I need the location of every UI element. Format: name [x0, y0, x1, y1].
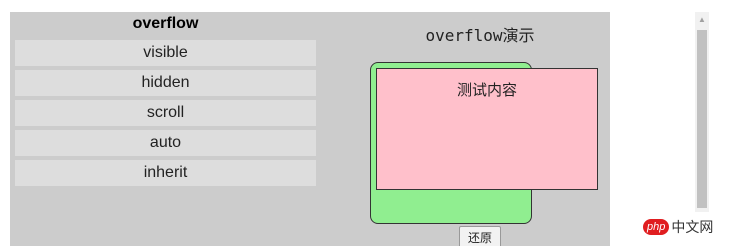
menu-item-visible[interactable]: visible: [15, 40, 316, 66]
site-name: 中文网: [671, 219, 714, 235]
demo-title: overflow演示: [425, 26, 535, 45]
overflow-menu-title: overflow: [132, 15, 199, 32]
overflow-content-box: 测试内容: [376, 68, 598, 190]
demo-stage: overflow visible hidden scroll auto inhe…: [10, 12, 610, 246]
scroll-up-arrow-icon[interactable]: ▲: [695, 12, 709, 28]
menu-item-scroll[interactable]: scroll: [15, 100, 316, 126]
php-logo: php: [643, 219, 670, 235]
site-watermark: php 中文网: [643, 218, 713, 236]
content-text: 测试内容: [456, 82, 517, 99]
menu-item-hidden[interactable]: hidden: [15, 70, 316, 96]
page-scrollbar[interactable]: ▲: [695, 12, 709, 212]
scroll-thumb[interactable]: [697, 30, 707, 208]
menu-item-auto[interactable]: auto: [15, 130, 316, 156]
menu-item-inherit[interactable]: inherit: [15, 160, 316, 186]
reset-button[interactable]: 还原: [459, 226, 501, 246]
